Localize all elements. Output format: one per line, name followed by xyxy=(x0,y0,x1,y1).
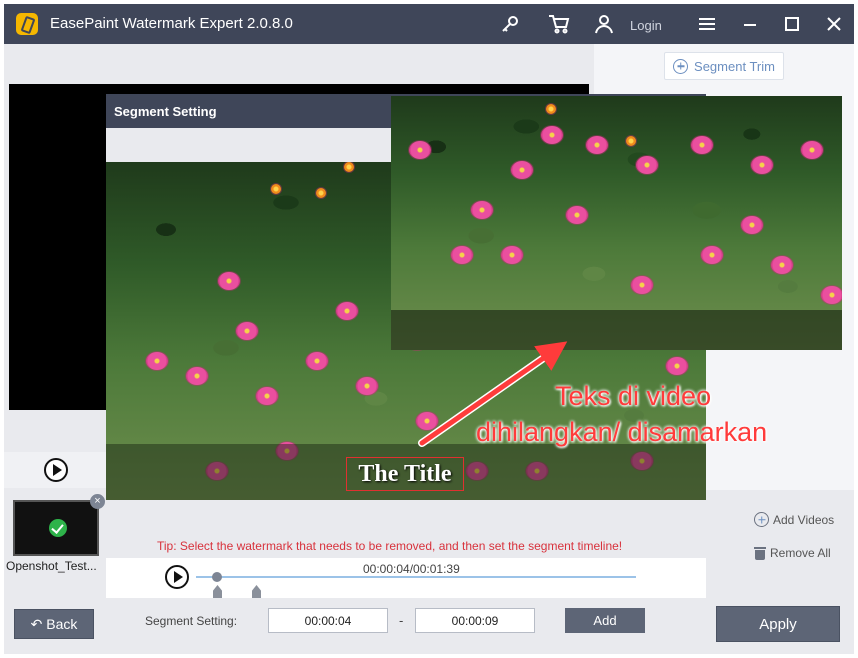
close-icon[interactable] xyxy=(822,12,846,36)
cart-icon[interactable] xyxy=(547,12,571,36)
right-actions-area xyxy=(706,490,854,598)
login-link[interactable]: Login xyxy=(630,18,662,33)
thumbnail-filename: Openshot_Test... xyxy=(6,559,97,573)
add-button[interactable]: Add xyxy=(565,608,645,633)
segment-setting-label: Segment Setting: xyxy=(145,614,238,628)
timeline-track[interactable] xyxy=(196,576,636,578)
remove-thumbnail-icon[interactable]: × xyxy=(90,494,105,509)
plus-circle-icon xyxy=(754,512,769,527)
check-icon xyxy=(49,519,67,537)
app-title: EasePaint Watermark Expert 2.0.8.0 xyxy=(50,15,293,32)
minimize-icon[interactable] xyxy=(738,12,762,36)
start-time-input[interactable]: 00:00:04 xyxy=(268,608,388,633)
user-icon[interactable] xyxy=(592,12,616,36)
plus-circle-icon xyxy=(673,58,689,74)
video-thumbnail[interactable] xyxy=(13,500,99,556)
playhead-knob[interactable] xyxy=(212,572,222,582)
watermark-selection-box[interactable]: The Title xyxy=(346,457,464,491)
segment-trim-button[interactable]: Segment Trim xyxy=(664,52,784,80)
annotation-line-1: Teks di video xyxy=(555,381,712,411)
back-arrow-icon: ↶ xyxy=(30,615,43,632)
menu-icon[interactable] xyxy=(695,12,719,36)
dialog-title: Segment Setting xyxy=(114,104,217,119)
title-bar: EasePaint Watermark Expert 2.0.8.0 Login xyxy=(4,4,854,44)
remove-all-label: Remove All xyxy=(770,546,831,560)
tip-text: Tip: Select the watermark that needs to … xyxy=(157,539,623,553)
zoom-preview xyxy=(391,96,842,350)
back-label: Back xyxy=(46,616,78,632)
back-button[interactable]: ↶ Back xyxy=(14,609,94,639)
time-display: 00:00:04/00:01:39 xyxy=(363,562,460,576)
segment-trim-label: Segment Trim xyxy=(694,58,775,74)
dialog-play-button[interactable] xyxy=(165,565,189,589)
app-logo-icon xyxy=(16,13,38,35)
add-videos-button[interactable]: Add Videos xyxy=(754,512,834,527)
add-videos-label: Add Videos xyxy=(773,512,835,527)
time-separator: - xyxy=(399,613,404,628)
apply-button[interactable]: Apply xyxy=(716,606,840,642)
end-time-input[interactable]: 00:00:09 xyxy=(415,608,535,633)
remove-all-button[interactable]: Remove All xyxy=(754,546,831,560)
maximize-icon[interactable] xyxy=(780,12,804,36)
annotation-line-2: dihilangkan/ disamarkan xyxy=(476,417,768,447)
key-icon[interactable] xyxy=(498,12,522,36)
trash-icon xyxy=(754,546,766,560)
play-button[interactable] xyxy=(44,458,68,482)
